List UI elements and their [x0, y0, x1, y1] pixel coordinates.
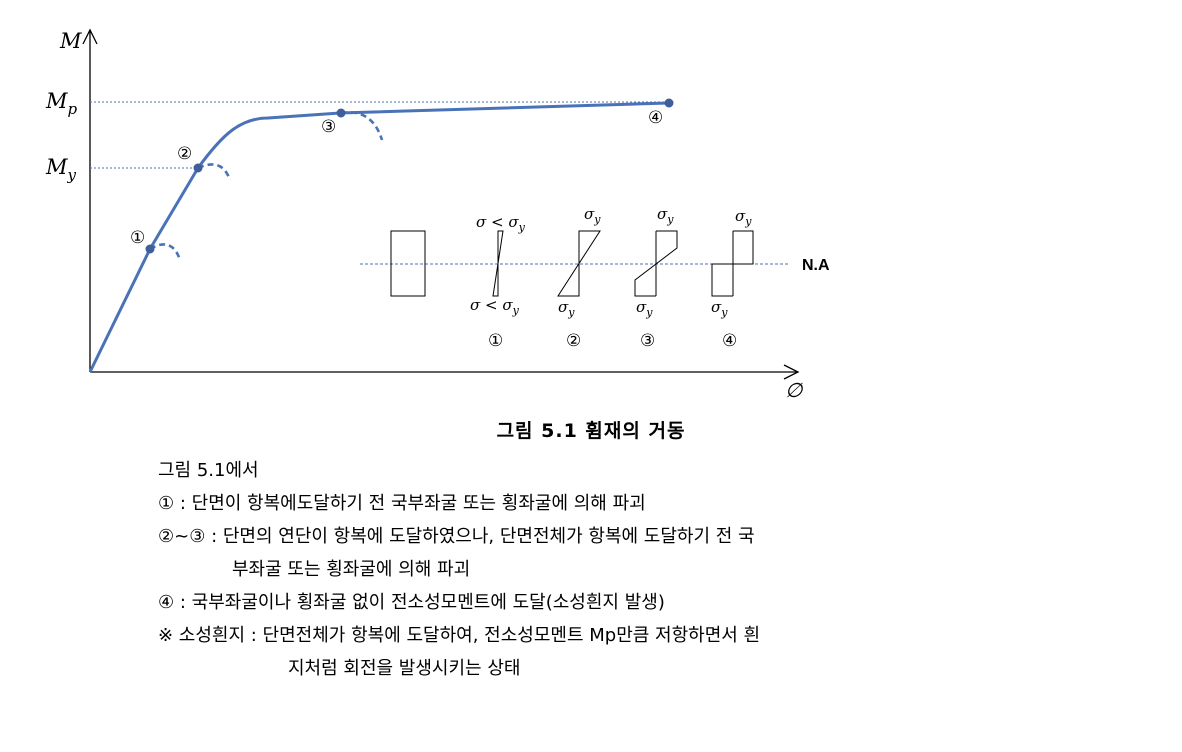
stress-label-3-top: σy [657, 205, 674, 226]
item-3: ④ : 국부좌굴이나 횡좌굴 없이 전소성모멘트에 도달(소성흰지 발생) [158, 592, 665, 613]
note-line-2: 지처럼 회전을 발생시키는 상태 [288, 658, 521, 679]
branch-3 [340, 111, 384, 141]
stress-label-2-top: σy [584, 205, 601, 226]
point-4 [664, 98, 674, 108]
mp-tick-label: Mp [45, 89, 78, 118]
branch-1 [149, 243, 182, 261]
diagram-number-4: ④ [722, 331, 737, 351]
stress-label-4-bottom: σy [711, 298, 728, 319]
point-label-2: ② [177, 144, 192, 164]
neutral-axis-label: N.A [802, 257, 830, 274]
stress-diagram-4 [711, 230, 754, 297]
curve-points [145, 98, 674, 254]
axes [82, 28, 800, 380]
intro-line: 그림 5.1에서 [158, 460, 259, 481]
point-3 [336, 108, 346, 118]
stress-label-4-top: σy [735, 207, 752, 228]
failure-branches [149, 111, 384, 261]
point-label-1: ① [130, 228, 145, 248]
item-1: ① : 단면이 항복에도달하기 전 국부좌굴 또는 횡좌굴에 의해 파괴 [158, 493, 646, 514]
stress-label-1-top: σ < σy [476, 213, 526, 234]
diagram-number-2: ② [566, 331, 581, 351]
y-axis-label: M [59, 29, 82, 53]
my-tick-label: My [45, 155, 77, 184]
figure-caption: 그림 5.1 휨재의 거동 [496, 420, 686, 442]
branch-2 [197, 163, 232, 181]
item-2-line-1: ②~③ : 단면의 연단이 항복에 도달하였으나, 단면전체가 항복에 도달하기… [158, 526, 755, 547]
point-1 [145, 244, 155, 254]
point-label-3: ③ [321, 117, 336, 137]
stress-label-1-bottom: σ < σy [470, 296, 520, 317]
x-axis-label: ∅ [785, 378, 804, 402]
explanation-text: 그림 5.1에서 ① : 단면이 항복에도달하기 전 국부좌굴 또는 횡좌굴에 … [158, 454, 760, 685]
note-line-1: ※ 소성흰지 : 단면전체가 항복에 도달하여, 전소성모멘트 Mp만큼 저항하… [158, 625, 761, 646]
stress-label-2-bottom: σy [558, 298, 575, 319]
point-2 [193, 163, 203, 173]
stress-diagram-2 [557, 230, 601, 297]
item-2-line-2: 부좌굴 또는 횡좌굴에 의해 파괴 [232, 559, 471, 580]
diagram-number-3: ③ [640, 331, 655, 351]
stress-label-3-bottom: σy [636, 298, 653, 319]
point-label-4: ④ [648, 108, 663, 128]
diagram-number-1: ① [488, 331, 503, 351]
moment-curvature-figure: M ∅ Mp My ① ② ③ ④ N.A σ < σy σ < σy σy σ… [45, 28, 830, 402]
